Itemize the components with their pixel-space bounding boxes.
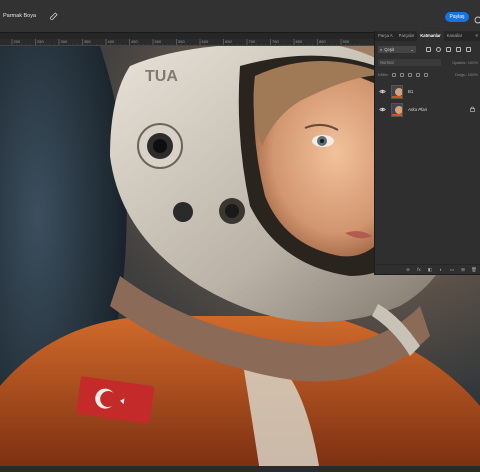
lock-all-icon[interactable]: [423, 72, 428, 77]
type-filter-icon[interactable]: [446, 46, 451, 52]
ruler-tick-label: 400: [107, 39, 115, 44]
trash-icon[interactable]: 🗑: [471, 267, 477, 273]
blend-mode-select[interactable]: Normal: [378, 59, 441, 66]
lock-icons: [391, 72, 428, 77]
layer-kind-filter-value: Çeşit: [384, 46, 394, 52]
fill-control[interactable]: Dolgu: 100%: [455, 72, 478, 77]
ruler-tick-label: 850: [319, 39, 326, 44]
layers-panel: Parça A Parçalar Katmanlar Kanallar « ⌕ …: [374, 31, 480, 275]
svg-text:TUA: TUA: [145, 68, 178, 85]
fx-icon[interactable]: fx: [416, 267, 422, 272]
ruler-tick-label: 650: [225, 39, 232, 44]
adjustment-icon[interactable]: ◐: [438, 267, 444, 272]
eye-icon[interactable]: [379, 106, 386, 113]
tab-parca-a[interactable]: Parça A: [375, 31, 396, 41]
ruler-tick-label: 200: [13, 39, 21, 44]
eye-icon[interactable]: [379, 88, 386, 95]
status-bar: [0, 466, 480, 472]
pixel-filter-icon[interactable]: [426, 46, 431, 52]
lock-row: Kilitle: Dolgu: 100%: [378, 71, 478, 78]
layer-thumbnail: [391, 84, 403, 99]
sync-icon[interactable]: [473, 12, 480, 24]
ruler-tick-label: 550: [178, 39, 185, 44]
share-button[interactable]: Paylaş: [445, 12, 469, 22]
layer-kind-filter[interactable]: ⌕ Çeşit ⌄: [378, 45, 416, 53]
mask-icon[interactable]: ◧: [427, 267, 433, 273]
lock-paint-icon[interactable]: [399, 72, 404, 77]
layer-name: B1: [408, 89, 414, 94]
opacity-value: 100%: [467, 60, 478, 65]
ruler-tick-label: 700: [248, 39, 256, 44]
opacity-label: Opaklık:: [451, 60, 467, 65]
panel-tabs: Parça A Parçalar Katmanlar Kanallar: [375, 31, 480, 41]
adjustment-filter-icon[interactable]: [436, 46, 441, 52]
layer-filter-row: ⌕ Çeşit ⌄: [378, 45, 478, 53]
opacity-control[interactable]: Opaklık: 100%: [452, 60, 478, 65]
lock-artboard-icon[interactable]: [415, 72, 420, 77]
link-icon[interactable]: ⊖: [405, 267, 411, 273]
new-layer-icon[interactable]: ⊞: [460, 267, 466, 273]
ruler-tick-label: 250: [37, 39, 44, 44]
tool-name: Parmak Boya: [3, 13, 37, 19]
folder-icon[interactable]: ▭: [449, 267, 455, 273]
fill-value: 100%: [467, 72, 478, 77]
tab-katmanlar[interactable]: Katmanlar: [417, 31, 444, 41]
lock-transparent-icon[interactable]: [391, 72, 396, 77]
shape-filter-icon[interactable]: [456, 46, 461, 52]
layer-row-b1[interactable]: B1: [375, 83, 480, 100]
filter-icons: [426, 46, 471, 52]
fill-label: Dolgu:: [455, 72, 467, 77]
ruler-tick-label: 450: [131, 39, 138, 44]
blend-row: Normal Opaklık: 100%: [378, 59, 478, 66]
collapse-panel-icon[interactable]: «: [475, 33, 478, 39]
lock-label: Kilitle:: [378, 72, 389, 77]
ruler-tick-label: 300: [60, 39, 68, 44]
brush-settings-icon[interactable]: [48, 11, 58, 21]
layer-thumbnail: [391, 102, 403, 117]
ruler-tick-label: 500: [154, 39, 162, 44]
ruler-tick-label: 800: [295, 39, 303, 44]
chevron-down-icon: ⌄: [410, 46, 414, 52]
ruler-tick-label: 350: [84, 39, 91, 44]
smart-object-filter-icon[interactable]: [466, 46, 471, 52]
lock-position-icon[interactable]: [407, 72, 412, 77]
lock-icon: [470, 106, 475, 112]
options-bar: Parmak Boya Paylaş: [0, 0, 480, 33]
ruler-tick-label: 600: [201, 39, 209, 44]
tab-parcalar[interactable]: Parçalar: [396, 31, 418, 41]
ruler-tick-label: 750: [272, 39, 279, 44]
layers-footer: ⊖ fx ◧ ◐ ▭ ⊞ 🗑: [375, 264, 480, 274]
tab-kanallar[interactable]: Kanallar: [444, 31, 465, 41]
layer-name: Arka Plan: [408, 107, 428, 112]
ruler-tick-label: 900: [342, 39, 350, 44]
search-icon: ⌕: [380, 46, 383, 52]
layer-row-background[interactable]: Arka Plan: [375, 101, 480, 118]
